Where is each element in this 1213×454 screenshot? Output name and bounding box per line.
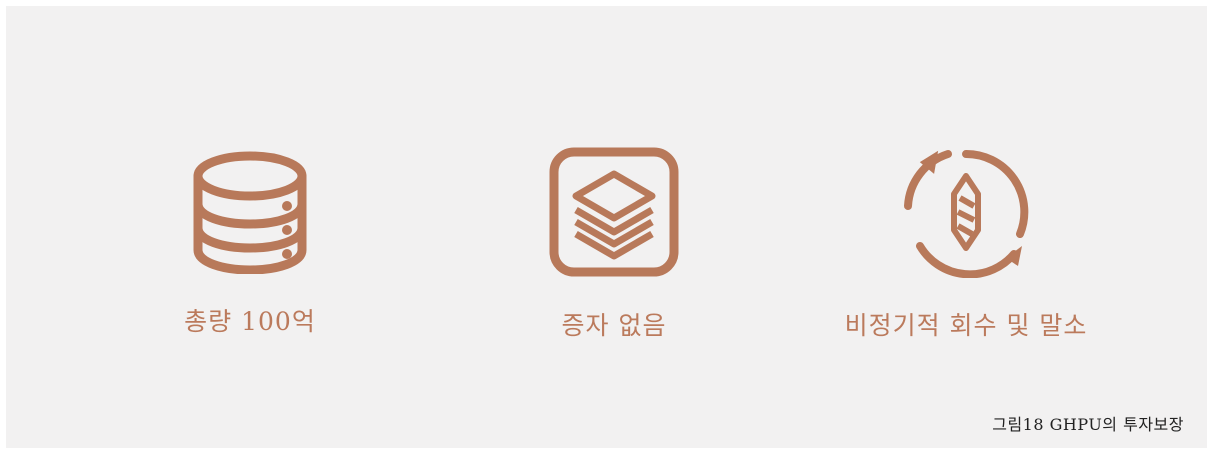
recycle-token-icon: [904, 149, 1029, 278]
feature-total-supply: 총량 100억: [90, 146, 410, 338]
database-icon: [193, 151, 307, 274]
feature-recall-and-burn: 비정기적 회수 및 말소: [806, 146, 1126, 342]
figure-panel: 총량 100억 증자 없음 비정기적 회수 및 말소 그림18 GHPU의 투자…: [6, 6, 1207, 448]
feature-label: 총량 100억: [184, 307, 316, 336]
figure-caption: 그림18 GHPU의 투자보장: [992, 415, 1184, 434]
feature-no-capital-increase: 증자 없음: [454, 146, 774, 342]
layers-icon: [549, 147, 679, 277]
feature-label: 비정기적 회수 및 말소: [844, 311, 1088, 340]
feature-label: 증자 없음: [561, 311, 667, 340]
